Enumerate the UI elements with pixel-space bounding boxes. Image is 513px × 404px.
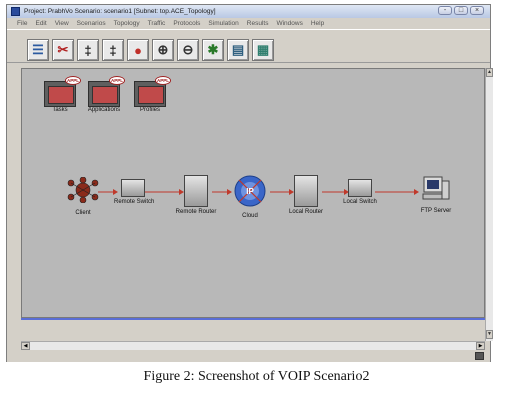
palette-tasks[interactable]: APPL Tasks (40, 76, 81, 113)
menu-protocols[interactable]: Protocols (173, 20, 200, 27)
router-icon (294, 175, 318, 207)
node-label: Local Switch (343, 199, 377, 205)
scroll-up-icon[interactable]: ▲ (486, 68, 493, 77)
zoom-in-icon[interactable]: ⊕ (152, 39, 174, 61)
menu-simulation[interactable]: Simulation (208, 20, 238, 27)
zoom-out-icon[interactable]: ⊖ (177, 39, 199, 61)
link-icon[interactable]: ‡ (77, 39, 99, 61)
status-bar (7, 351, 490, 362)
router-icon (184, 175, 208, 207)
ip-cloud-icon: IP (234, 175, 266, 207)
maximize-button[interactable]: □ (454, 6, 468, 15)
menu-bar: File Edit View Scenarios Topology Traffi… (7, 18, 490, 29)
server-icon (422, 176, 450, 200)
scroll-left-icon[interactable]: ◀ (21, 342, 30, 350)
palette-label: Tasks (52, 107, 68, 113)
node-cloud[interactable]: IP Cloud (228, 173, 272, 219)
menu-traffic[interactable]: Traffic (148, 20, 166, 27)
message-log-icon[interactable] (475, 352, 484, 360)
scroll-down-icon[interactable]: ▼ (486, 330, 493, 339)
view-web-report-icon[interactable]: ▦ (252, 39, 274, 61)
menu-results[interactable]: Results (247, 20, 269, 27)
horizontal-scrollbar[interactable]: ◀ ▶ (21, 341, 485, 350)
view-results-icon[interactable]: ▤ (227, 39, 249, 61)
node-label: Remote Switch (114, 199, 155, 205)
appl-badge: APPL (65, 76, 81, 85)
ip-label: IP (246, 187, 254, 196)
figure-caption: Figure 2: Screenshot of VOIP Scenario2 (143, 369, 370, 384)
link-icon-2[interactable]: ‡ (102, 39, 124, 61)
appl-badge: APPL (109, 76, 125, 85)
app-icon (11, 7, 20, 16)
close-button[interactable]: × (470, 6, 484, 15)
client-lan-icon (67, 176, 99, 204)
node-label: Cloud (242, 213, 258, 219)
window-title: Project: PrabhVo Scenario: scenario1 [Su… (24, 8, 216, 15)
minimize-button[interactable]: - (438, 6, 452, 15)
menu-scenarios[interactable]: Scenarios (77, 20, 106, 27)
menu-windows[interactable]: Windows (276, 20, 302, 27)
title-bar: Project: PrabhVo Scenario: scenario1 [Su… (7, 5, 490, 18)
task-config-icon: APPL (44, 76, 81, 107)
palette-profiles[interactable]: APPL Profiles (130, 76, 171, 113)
menu-file[interactable]: File (17, 20, 27, 27)
menu-topology[interactable]: Topology (114, 20, 140, 27)
application-config-icon: APPL (88, 76, 125, 107)
palette-label: Profiles (139, 107, 160, 113)
node-label: Remote Router (175, 209, 217, 215)
toolbar: ☰ ✂ ‡ ‡ ● ⊕ ⊖ ✱ ▤ ▦ (7, 29, 490, 63)
node-remote-switch[interactable]: Remote Switch (114, 179, 155, 205)
cut-icon[interactable]: ✂ (52, 39, 74, 61)
scroll-right-icon[interactable]: ▶ (476, 342, 485, 350)
object-palette-icon[interactable]: ☰ (27, 39, 49, 61)
menu-view[interactable]: View (55, 20, 69, 27)
workspace-border (21, 318, 485, 320)
profile-config-icon: APPL (134, 76, 171, 107)
switch-icon (348, 179, 372, 197)
palette-applications[interactable]: APPL Applications (84, 76, 125, 113)
node-remote-router[interactable]: Remote Router (174, 175, 218, 215)
node-local-switch[interactable]: Local Switch (338, 179, 382, 205)
node-local-router[interactable]: Local Router (284, 175, 328, 215)
menu-edit[interactable]: Edit (35, 20, 46, 27)
run-simulation-icon[interactable]: ✱ (202, 39, 224, 61)
node-label: Client (75, 210, 91, 216)
node-client[interactable]: Client (60, 176, 106, 216)
node-ftp-server[interactable]: FTP Server (414, 175, 458, 214)
appl-badge: APPL (155, 76, 171, 85)
node-label: Local Router (288, 209, 324, 215)
node-label: FTP Server (420, 208, 452, 214)
application-window: Project: PrabhVo Scenario: scenario1 [Su… (6, 4, 493, 362)
fail-node-icon[interactable]: ● (127, 39, 149, 61)
palette-label: Applications (87, 107, 121, 113)
vertical-scrollbar[interactable]: ▲ ▼ (485, 68, 493, 341)
switch-icon (121, 179, 145, 197)
menu-help[interactable]: Help (311, 20, 324, 27)
project-workspace[interactable]: APPL Tasks APPL Applications APPL Profil… (21, 68, 485, 318)
